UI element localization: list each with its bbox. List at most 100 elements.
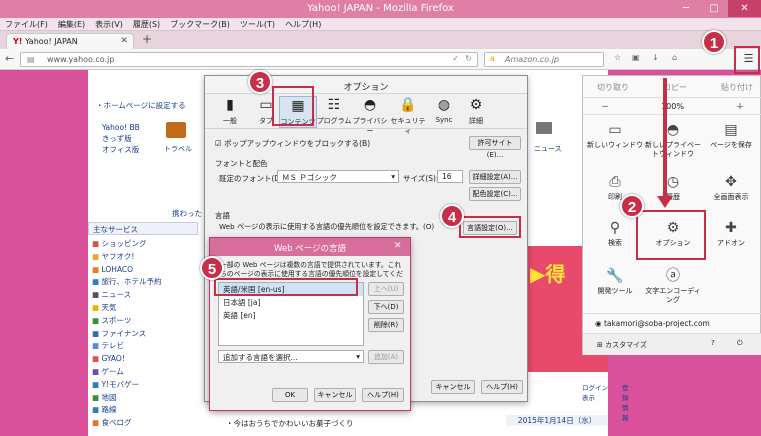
link-bb[interactable]: Yahoo! BB <box>102 122 140 133</box>
home-link[interactable]: ・ホームページに設定する <box>96 100 186 111</box>
find-tile[interactable]: ⚲ 検索 <box>587 220 643 248</box>
devtools-tile[interactable]: 🔧 開発ツール <box>587 268 643 296</box>
service-item[interactable]: ■ ゲーム <box>92 366 161 379</box>
service-item[interactable]: ■ 天気 <box>92 302 161 315</box>
pane-security[interactable]: 🔒 セキュリティ <box>389 96 427 136</box>
fonts-heading: フォントと配色 <box>215 159 268 168</box>
font-select[interactable]: ＭＳ Ｐゴシック ▾ <box>277 170 399 183</box>
register-link[interactable]: 登録情報 <box>622 382 629 422</box>
addons-tile[interactable]: ✚ アドオン <box>703 220 759 248</box>
menu-history[interactable]: 履歴(S) <box>128 18 165 31</box>
permit-sites-button[interactable]: 許可サイト(E)... <box>469 136 521 159</box>
private-window-tile[interactable]: ◓ 新しいプライベートウィンドウ <box>645 122 701 159</box>
encoding-tile[interactable]: ⓐ 文字エンコーディング <box>645 268 701 305</box>
sync-account[interactable]: ◉ takamori@soba-project.com <box>583 313 761 333</box>
service-item[interactable]: ■ ニュース <box>92 289 161 302</box>
menu-help[interactable]: ヘルプ(H) <box>280 18 326 31</box>
home-icon[interactable]: ⌂ <box>672 53 677 62</box>
step-badge-5: 5 <box>200 256 224 280</box>
help-button[interactable]: ヘルプ(H) <box>362 388 404 402</box>
remove-button[interactable]: 削除(R) <box>368 318 404 332</box>
menu-edit[interactable]: 編集(E) <box>53 18 90 31</box>
add-language-select[interactable]: 追加する言語を選択... ▾ <box>218 350 364 363</box>
move-down-button[interactable]: 下へ(D) <box>368 300 404 314</box>
fullscreen-icon: ✥ <box>725 174 737 190</box>
font-advanced-button[interactable]: 詳細設定(A)... <box>469 170 521 184</box>
service-item[interactable]: ■ 路線 <box>92 404 161 417</box>
travel-label[interactable]: トラベル <box>164 144 192 154</box>
help-icon[interactable]: ? <box>711 339 715 347</box>
service-item[interactable]: ■ テレビ <box>92 340 161 353</box>
service-item[interactable]: ■ Y!モバゲー <box>92 379 161 392</box>
cut-button[interactable]: 切り取り <box>597 82 629 93</box>
paste-button[interactable]: 貼り付け <box>721 82 753 93</box>
close-icon[interactable]: ✕ <box>394 241 402 251</box>
options-help-button[interactable]: ヘルプ(H) <box>481 380 523 394</box>
tab-yahoo[interactable]: Y! Yahoo! JAPAN ✕ <box>6 33 134 49</box>
menu-view[interactable]: 表示(V) <box>90 18 128 31</box>
size-select[interactable]: 16 <box>437 170 463 183</box>
size-label: サイズ(S): <box>403 174 439 183</box>
star-icon[interactable]: ☆ <box>614 53 621 62</box>
zoom-out-button[interactable]: － <box>601 101 609 112</box>
login-link[interactable]: ログイン表示 <box>582 382 608 402</box>
pane-privacy[interactable]: ◓ プライバシー <box>351 96 389 136</box>
page-footer-line[interactable]: ・今はおうちでかわいいお菓子づくり <box>226 418 354 429</box>
pane-applications[interactable]: ☷ プログラム <box>315 96 353 126</box>
step-badge-3: 3 <box>248 70 272 94</box>
options-cancel-button[interactable]: キャンセル <box>431 380 475 394</box>
menu-bookmarks[interactable]: ブックマーク(B) <box>165 18 235 31</box>
new-tab-button[interactable]: + <box>142 32 152 46</box>
pane-general[interactable]: ▮ 一般 <box>211 96 249 126</box>
service-item[interactable]: ■ スポーツ <box>92 315 161 328</box>
menu-file[interactable]: ファイル(F) <box>0 18 53 31</box>
service-item[interactable]: ■ ヤフオク! <box>92 251 161 264</box>
minimize-button[interactable]: ─ <box>672 0 700 17</box>
service-item[interactable]: ■ ショッピング <box>92 238 161 251</box>
move-up-button[interactable]: 上へ(U) <box>368 282 404 296</box>
add-button[interactable]: 追加(A) <box>368 350 404 364</box>
yahoo-favicon-icon: Y! <box>13 37 23 46</box>
cancel-button[interactable]: キャンセル <box>314 388 356 402</box>
new-window-tile[interactable]: ▭ 新しいウィンドウ <box>587 122 643 150</box>
pane-advanced[interactable]: ⚙ 詳細 <box>457 96 495 126</box>
save-page-tile[interactable]: ▤ ページを保存 <box>703 122 759 150</box>
fullscreen-tile[interactable]: ✥ 全画面表示 <box>703 174 759 202</box>
history-tile[interactable]: ◷ 履歴 <box>645 174 701 202</box>
service-item[interactable]: ■ 食べログ <box>92 417 161 430</box>
service-item[interactable]: ■ 旅行、ホテル予約 <box>92 276 161 289</box>
popup-checkbox[interactable]: ☑ ポップアップウィンドウをブロックする(B) <box>215 138 370 149</box>
language-item[interactable]: 日本語 [ja] <box>219 296 363 309</box>
url-bar[interactable]: ▤ www.yahoo.co.jp ✓ ↻ <box>20 52 478 67</box>
ok-button[interactable]: OK <box>272 388 308 402</box>
zoom-in-button[interactable]: ＋ <box>736 101 744 112</box>
travel-icon[interactable] <box>166 122 186 138</box>
reload-icon[interactable]: ↻ <box>465 54 472 63</box>
back-icon[interactable]: ← <box>5 52 14 65</box>
news-icon[interactable] <box>536 122 552 134</box>
service-item[interactable]: ■ LOHACO <box>92 264 161 277</box>
link-office[interactable]: オフィス版 <box>102 144 140 155</box>
close-button[interactable]: ✕ <box>728 0 761 17</box>
quit-icon[interactable]: ⏻ <box>737 339 743 348</box>
menu-tools[interactable]: ツール(T) <box>235 18 280 31</box>
download-icon[interactable]: ↓ <box>652 53 659 62</box>
link-kids[interactable]: きっず版 <box>102 133 140 144</box>
applications-icon: ☷ <box>327 97 341 113</box>
navigation-bar: ← ▤ www.yahoo.co.jp ✓ ↻ a Amazon.co.jp ☆… <box>0 49 761 70</box>
service-item[interactable]: ■ ファイナンス <box>92 328 161 341</box>
service-item[interactable]: ■ 地図 <box>92 392 161 405</box>
search-bar[interactable]: a Amazon.co.jp <box>484 52 604 67</box>
language-item[interactable]: 英語 [en] <box>219 309 363 322</box>
account-icon: ◉ <box>595 319 602 328</box>
quick-links: Yahoo! BB きっず版 オフィス版 <box>102 122 140 155</box>
maximize-button[interactable]: □ <box>700 0 728 17</box>
tagline[interactable]: 携わった <box>172 208 202 219</box>
bookmarks-icon[interactable]: ▣ <box>632 53 640 62</box>
news-label[interactable]: ニュース <box>534 144 562 154</box>
customize-button[interactable]: ⊞ カスタマイズ <box>597 341 647 349</box>
service-item[interactable]: ■ GYAO! <box>92 353 161 366</box>
close-tab-icon[interactable]: ✕ <box>120 36 128 46</box>
page-info-icon[interactable]: ▤ <box>27 55 35 64</box>
colors-button[interactable]: 配色設定(C)... <box>469 187 521 201</box>
